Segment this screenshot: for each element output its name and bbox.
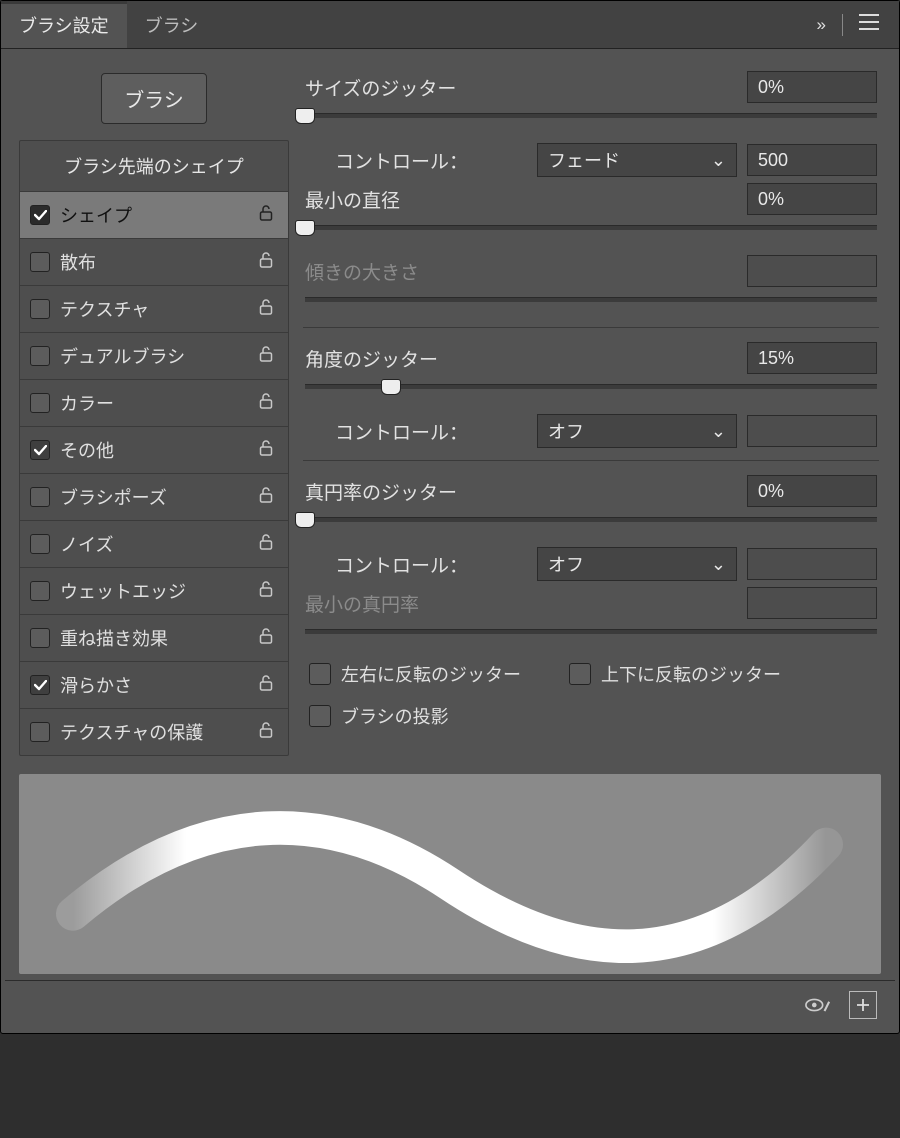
sidebar-item-9[interactable]: 重ね描き効果 (20, 615, 288, 662)
lock-icon[interactable] (258, 533, 278, 556)
lock-icon[interactable] (258, 580, 278, 603)
settings-area: サイズのジッター コントロール： フェード⌄ 最小の直径 傾きの大きさ 角度のジ… (301, 67, 881, 756)
round-jitter-label: 真円率のジッター (305, 478, 737, 505)
tab-brush-settings[interactable]: ブラシ設定 (1, 1, 127, 48)
checkbox-icon[interactable] (30, 299, 50, 319)
tab-brushes[interactable]: ブラシ (127, 1, 217, 48)
angle-jitter-input[interactable] (747, 342, 877, 374)
checkbox-icon[interactable] (30, 487, 50, 507)
new-preset-button[interactable] (849, 991, 877, 1019)
checkbox-icon[interactable] (30, 205, 50, 225)
flip-y-checkbox[interactable]: 上下に反転のジッター (565, 655, 785, 693)
chevron-down-icon: ⌄ (711, 150, 726, 171)
control2-select[interactable]: オフ⌄ (537, 414, 737, 448)
lock-icon[interactable] (258, 251, 278, 274)
sidebar-item-label: 散布 (60, 249, 248, 275)
control1-label: コントロール： (305, 147, 527, 174)
checkbox-icon[interactable] (30, 346, 50, 366)
min-diameter-label: 最小の直径 (305, 186, 737, 213)
control1-select[interactable]: フェード⌄ (537, 143, 737, 177)
sidebar-item-label: 重ね描き効果 (60, 625, 248, 651)
sidebar-item-0[interactable]: シェイプ (20, 192, 288, 239)
panel-header: ブラシ設定 ブラシ » (1, 1, 899, 49)
sidebar-item-label: 滑らかさ (60, 672, 248, 698)
brush-settings-panel: ブラシ設定 ブラシ » ブラシ ブラシ先端のシェイプ シェイプ散布テクスチャデュ… (0, 0, 900, 1034)
sidebar-item-3[interactable]: デュアルブラシ (20, 333, 288, 380)
sidebar-item-label: ノイズ (60, 531, 248, 557)
checkbox-icon[interactable] (30, 581, 50, 601)
control2-label: コントロール： (305, 418, 527, 445)
sidebar-header[interactable]: ブラシ先端のシェイプ (20, 141, 288, 192)
checkbox-icon[interactable] (30, 534, 50, 554)
sidebar-item-2[interactable]: テクスチャ (20, 286, 288, 333)
checkbox-icon[interactable] (30, 675, 50, 695)
control3-select[interactable]: オフ⌄ (537, 547, 737, 581)
round-jitter-input[interactable] (747, 475, 877, 507)
control2-extra-input (747, 415, 877, 447)
size-jitter-slider[interactable] (305, 105, 877, 133)
lock-icon[interactable] (258, 392, 278, 415)
min-round-label: 最小の真円率 (305, 590, 737, 617)
tilt-scale-label: 傾きの大きさ (305, 258, 737, 285)
min-round-input (747, 587, 877, 619)
sidebar-item-label: シェイプ (60, 202, 248, 228)
sidebar-item-1[interactable]: 散布 (20, 239, 288, 286)
sidebar-item-label: ウェットエッジ (60, 578, 248, 604)
lock-icon[interactable] (258, 674, 278, 697)
sidebar-item-8[interactable]: ウェットエッジ (20, 568, 288, 615)
chevron-down-icon: ⌄ (711, 554, 726, 575)
size-jitter-label: サイズのジッター (305, 74, 737, 101)
lock-icon[interactable] (258, 486, 278, 509)
sidebar-item-label: テクスチャの保護 (60, 719, 248, 745)
min-round-slider (305, 621, 877, 649)
chevron-down-icon: ⌄ (711, 421, 726, 442)
sidebar-list: ブラシ先端のシェイプ シェイプ散布テクスチャデュアルブラシカラーその他ブラシポー… (19, 140, 289, 756)
checkbox-icon[interactable] (30, 722, 50, 742)
lock-icon[interactable] (258, 439, 278, 462)
sidebar-item-label: ブラシポーズ (60, 484, 248, 510)
angle-jitter-label: 角度のジッター (305, 345, 737, 372)
control3-label: コントロール： (305, 551, 527, 578)
checkbox-icon[interactable] (30, 440, 50, 460)
sidebar-item-4[interactable]: カラー (20, 380, 288, 427)
min-diameter-slider[interactable] (305, 217, 877, 245)
brush-stroke-preview (19, 774, 881, 974)
panel-footer (1, 981, 899, 1033)
sidebar-item-label: テクスチャ (60, 296, 248, 322)
lock-icon[interactable] (258, 627, 278, 650)
sidebar-item-label: カラー (60, 390, 248, 416)
lock-icon[interactable] (258, 721, 278, 744)
divider (842, 14, 843, 36)
lock-icon[interactable] (258, 204, 278, 227)
angle-jitter-slider[interactable] (305, 376, 877, 404)
checkbox-icon[interactable] (30, 252, 50, 272)
control1-extra-input[interactable] (747, 144, 877, 176)
round-jitter-slider[interactable] (305, 509, 877, 537)
sidebar-item-label: その他 (60, 437, 248, 463)
collapse-icon[interactable]: » (811, 11, 832, 39)
sidebar-item-10[interactable]: 滑らかさ (20, 662, 288, 709)
panel-menu-icon[interactable] (853, 10, 885, 39)
sidebar-item-6[interactable]: ブラシポーズ (20, 474, 288, 521)
min-diameter-input[interactable] (747, 183, 877, 215)
brush-button[interactable]: ブラシ (101, 73, 207, 124)
sidebar-item-5[interactable]: その他 (20, 427, 288, 474)
flip-x-checkbox[interactable]: 左右に反転のジッター (305, 655, 525, 693)
lock-icon[interactable] (258, 345, 278, 368)
size-jitter-input[interactable] (747, 71, 877, 103)
sidebar-item-11[interactable]: テクスチャの保護 (20, 709, 288, 755)
control3-extra-input (747, 548, 877, 580)
lock-icon[interactable] (258, 298, 278, 321)
sidebar-item-label: デュアルブラシ (60, 343, 248, 369)
tilt-scale-slider (305, 289, 877, 317)
toggle-preview-icon[interactable] (805, 992, 831, 1018)
checkbox-icon[interactable] (30, 393, 50, 413)
brush-projection-checkbox[interactable]: ブラシの投影 (305, 697, 881, 735)
sidebar-item-7[interactable]: ノイズ (20, 521, 288, 568)
checkbox-icon[interactable] (30, 628, 50, 648)
tilt-scale-input (747, 255, 877, 287)
